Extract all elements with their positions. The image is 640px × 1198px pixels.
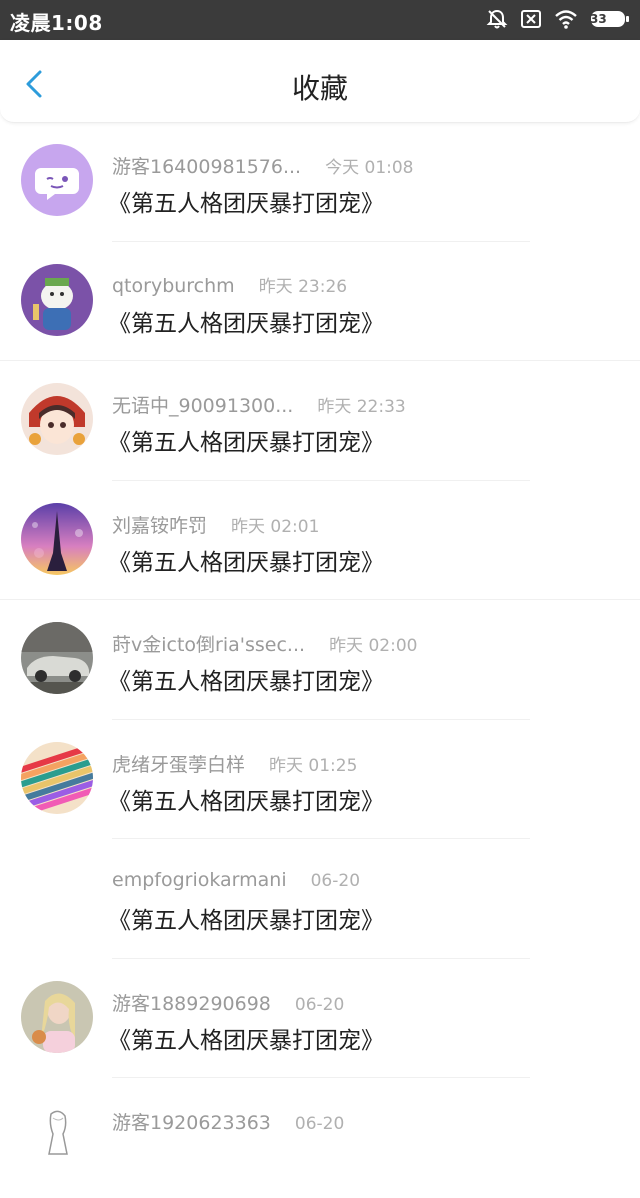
status-icons: 33	[486, 8, 630, 30]
username[interactable]: 莳v金icto倒ria'ssec...	[112, 630, 305, 657]
list-item[interactable]: 莳v金icto倒ria'ssec... 昨天 02:00 《第五人格团厌暴打团宠…	[0, 600, 640, 720]
topic-title[interactable]: 《第五人格团厌暴打团宠》	[108, 1021, 384, 1055]
page-title: 收藏	[291, 72, 348, 105]
list-item[interactable]: 虎绪牙蛋荸白样 昨天 01:25 《第五人格团厌暴打团宠》	[0, 720, 640, 839]
username[interactable]: 无语中_90091300...	[112, 391, 293, 418]
username[interactable]: 虎绪牙蛋荸白样	[112, 750, 245, 777]
topic-title[interactable]: 《第五人格团厌暴打团宠》	[108, 782, 384, 816]
timestamp: 06-20	[294, 1114, 345, 1134]
status-bar: 凌晨1:08 33	[0, 0, 640, 40]
list-item[interactable]: qtoryburchm 昨天 23:26 《第五人格团厌暴打团宠》	[0, 242, 640, 361]
list-item[interactable]: 游客16400981576... 今天 01:08 《第五人格团厌暴打团宠》	[0, 122, 640, 242]
battery-level: 33	[590, 12, 607, 26]
avatar[interactable]	[21, 144, 93, 216]
status-time: 凌晨1:08	[10, 11, 103, 35]
item-meta: 游客16400981576... 今天 01:08	[112, 152, 414, 179]
item-meta: 刘嘉铵咋罚 昨天 02:01	[112, 511, 319, 538]
timestamp: 昨天 01:25	[269, 755, 358, 776]
item-meta: 游客1889290698 06-20	[112, 989, 344, 1016]
username[interactable]: empfogriokarmani	[112, 869, 287, 891]
avatar[interactable]	[21, 1100, 93, 1172]
item-meta: 莳v金icto倒ria'ssec... 昨天 02:00	[112, 630, 417, 657]
avatar[interactable]	[21, 741, 93, 814]
item-meta: 虎绪牙蛋荸白样 昨天 01:25	[112, 750, 357, 777]
timestamp: 06-20	[310, 871, 361, 891]
username[interactable]: 游客16400981576...	[112, 152, 301, 179]
avatar[interactable]	[21, 263, 93, 336]
avatar[interactable]	[21, 622, 93, 694]
topic-title[interactable]: 《第五人格团厌暴打团宠》	[108, 423, 384, 457]
item-meta: 无语中_90091300... 昨天 22:33	[112, 391, 406, 418]
avatar[interactable]	[21, 383, 93, 455]
timestamp: 昨天 23:26	[258, 276, 348, 297]
list-item[interactable]: empfogriokarmani 06-20 《第五人格团厌暴打团宠》	[0, 839, 640, 959]
username[interactable]: 刘嘉铵咋罚	[112, 511, 207, 538]
alarm-off-icon	[486, 8, 508, 30]
timestamp: 昨天 22:33	[317, 397, 406, 417]
topic-title[interactable]: 《第五人格团厌暴打团宠》	[108, 543, 384, 577]
favorites-list: 游客16400981576... 今天 01:08 《第五人格团厌暴打团宠》 q…	[0, 122, 640, 1198]
timestamp: 06-20	[294, 994, 345, 1015]
avatar[interactable]	[21, 980, 93, 1053]
wifi-icon	[554, 9, 578, 29]
list-item[interactable]: 游客1889290698 06-20 《第五人格团厌暴打团宠》	[0, 959, 640, 1078]
list-item[interactable]: 刘嘉铵咋罚 昨天 02:01 《第五人格团厌暴打团宠》	[0, 481, 640, 600]
item-meta: qtoryburchm 昨天 23:26	[112, 272, 347, 297]
avatar[interactable]	[21, 502, 93, 575]
topic-title[interactable]: 《第五人格团厌暴打团宠》	[108, 184, 384, 218]
timestamp: 今天 01:08	[325, 158, 414, 178]
item-meta: empfogriokarmani 06-20	[112, 869, 360, 891]
battery-icon: 33	[590, 9, 630, 29]
sim-off-icon	[520, 9, 542, 29]
username[interactable]: 游客1920623363	[112, 1108, 271, 1135]
username[interactable]: qtoryburchm	[112, 275, 235, 297]
topic-title[interactable]: 《第五人格团厌暴打团宠》	[108, 662, 384, 696]
timestamp: 昨天 02:01	[231, 516, 320, 537]
list-item[interactable]: 无语中_90091300... 昨天 22:33 《第五人格团厌暴打团宠》	[0, 361, 640, 481]
timestamp: 昨天 02:00	[329, 636, 418, 656]
username[interactable]: 游客1889290698	[112, 989, 271, 1016]
topic-title[interactable]: 《第五人格团厌暴打团宠》	[108, 901, 384, 935]
topic-title[interactable]: 《第五人格团厌暴打团宠》	[108, 304, 384, 338]
header: 收藏	[0, 40, 640, 123]
item-meta: 游客1920623363 06-20	[112, 1108, 344, 1135]
